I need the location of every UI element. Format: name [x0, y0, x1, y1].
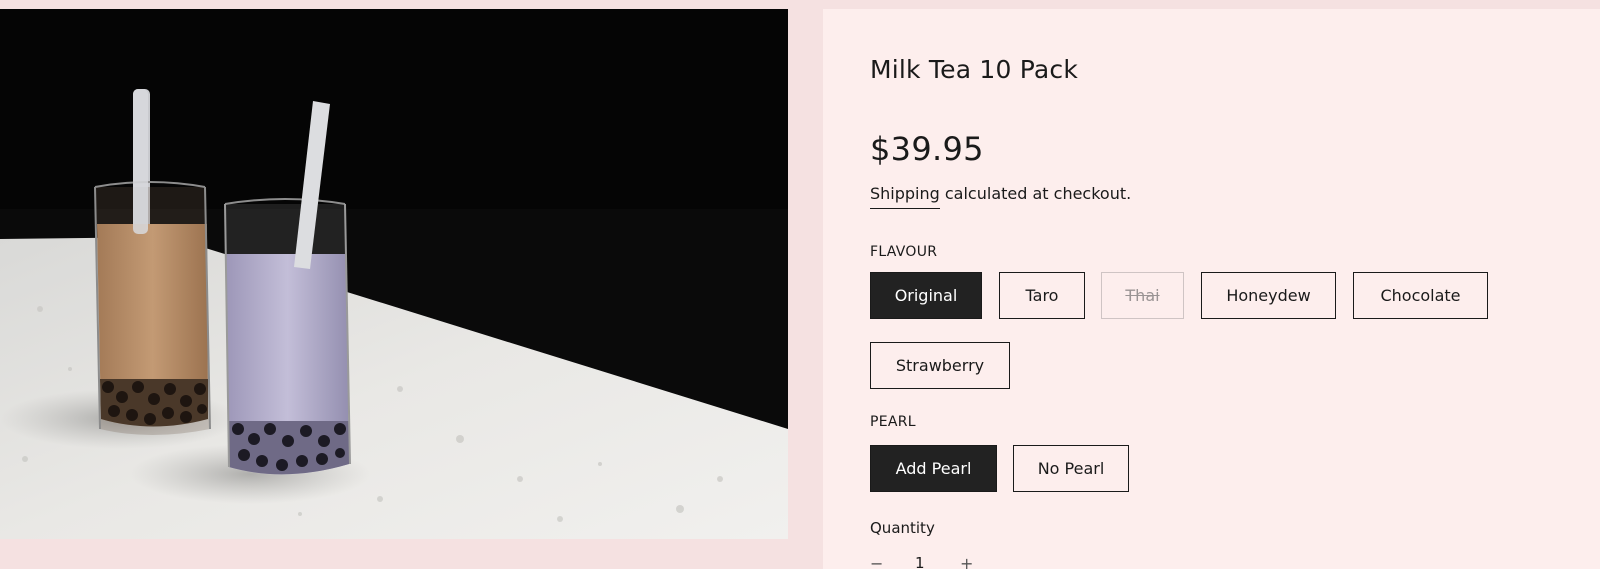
quantity-value[interactable]: 1: [915, 554, 925, 569]
pearl-label: PEARL: [870, 414, 916, 430]
shipping-note: Shipping calculated at checkout.: [870, 184, 1132, 209]
product-title: Milk Tea 10 Pack: [870, 55, 1079, 84]
shipping-link[interactable]: Shipping: [870, 184, 940, 209]
product-image: [0, 9, 788, 539]
flavour-option-taro[interactable]: Taro: [999, 272, 1085, 319]
flavour-option-honeydew[interactable]: Honeydew: [1201, 272, 1336, 319]
quantity-label: Quantity: [870, 519, 935, 537]
product-page: Milk Tea 10 Pack $39.95 Shipping calcula…: [0, 0, 1600, 569]
quantity-stepper: − 1 +: [870, 554, 990, 569]
shipping-note-text: calculated at checkout.: [939, 184, 1132, 203]
flavour-option-chocolate[interactable]: Chocolate: [1353, 272, 1488, 319]
flavour-option-thai[interactable]: Thai: [1101, 272, 1184, 319]
flavour-option-original[interactable]: Original: [870, 272, 982, 319]
product-info-panel: Milk Tea 10 Pack $39.95 Shipping calcula…: [823, 9, 1600, 569]
bubble-tea-photo: [0, 9, 788, 539]
flavour-option-strawberry[interactable]: Strawberry: [870, 342, 1010, 389]
pearl-option-none[interactable]: No Pearl: [1013, 445, 1129, 492]
minus-icon[interactable]: −: [870, 554, 883, 569]
flavour-label: FLAVOUR: [870, 244, 938, 260]
product-price: $39.95: [870, 130, 984, 168]
plus-icon[interactable]: +: [960, 554, 973, 569]
pearl-option-add[interactable]: Add Pearl: [870, 445, 997, 492]
